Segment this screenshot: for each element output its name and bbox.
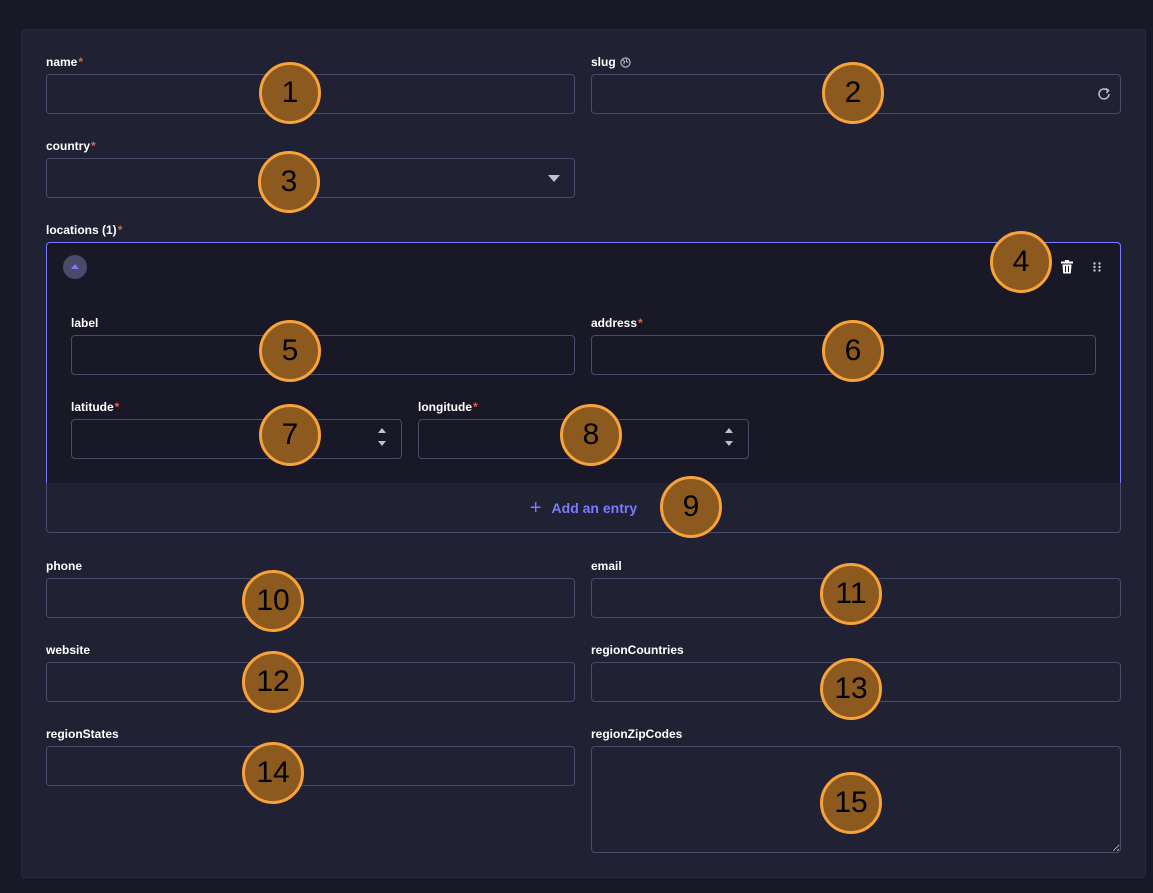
add-entry-label: Add an entry <box>551 499 638 516</box>
annotation-marker: 13 <box>820 658 882 720</box>
drag-handle-icon[interactable] <box>1093 262 1101 272</box>
annotation-marker: 5 <box>259 320 321 382</box>
collapse-button[interactable] <box>63 255 87 279</box>
phone-input[interactable] <box>46 578 575 618</box>
region-states-input[interactable] <box>46 746 575 786</box>
annotation-marker: 1 <box>259 62 321 124</box>
annotation-marker: 8 <box>560 404 622 466</box>
email-label: email <box>591 559 622 573</box>
increment-icon[interactable] <box>378 428 386 433</box>
latitude-input[interactable] <box>71 419 402 459</box>
add-entry-button[interactable]: + Add an entry <box>46 483 1121 533</box>
latitude-label: latitude* <box>71 400 120 414</box>
annotation-marker: 15 <box>820 772 882 834</box>
latitude-stepper[interactable] <box>377 428 387 446</box>
annotation-marker: 14 <box>242 742 304 804</box>
locations-label: locations (1)* <box>46 223 123 237</box>
location-label-label: label <box>71 316 99 330</box>
longitude-stepper[interactable] <box>724 428 734 446</box>
region-zip-codes-label: regionZipCodes <box>591 727 683 741</box>
chevron-down-icon <box>548 175 560 182</box>
trash-icon[interactable] <box>1061 260 1073 274</box>
website-label: website <box>46 643 91 657</box>
annotation-marker: 2 <box>822 62 884 124</box>
plus-icon: + <box>529 496 542 519</box>
globe-icon <box>620 57 631 68</box>
location-label-input[interactable] <box>71 335 575 375</box>
region-countries-label: regionCountries <box>591 643 684 657</box>
decrement-icon[interactable] <box>725 441 733 446</box>
annotation-marker: 10 <box>242 570 304 632</box>
annotation-marker: 3 <box>258 151 320 213</box>
decrement-icon[interactable] <box>378 441 386 446</box>
address-label: address* <box>591 316 643 330</box>
slug-label: slug <box>591 55 631 69</box>
annotation-marker: 4 <box>990 231 1052 293</box>
annotation-marker: 11 <box>820 563 882 625</box>
region-states-label: regionStates <box>46 727 119 741</box>
country-label: country* <box>46 139 96 153</box>
annotation-marker: 9 <box>660 476 722 538</box>
name-label: name* <box>46 55 84 69</box>
annotation-marker: 12 <box>242 651 304 713</box>
annotation-marker: 7 <box>259 404 321 466</box>
increment-icon[interactable] <box>725 428 733 433</box>
website-input[interactable] <box>46 662 575 702</box>
phone-label: phone <box>46 559 82 573</box>
annotation-marker: 6 <box>822 320 884 382</box>
refresh-icon[interactable] <box>1096 86 1112 102</box>
longitude-label: longitude* <box>418 400 478 414</box>
